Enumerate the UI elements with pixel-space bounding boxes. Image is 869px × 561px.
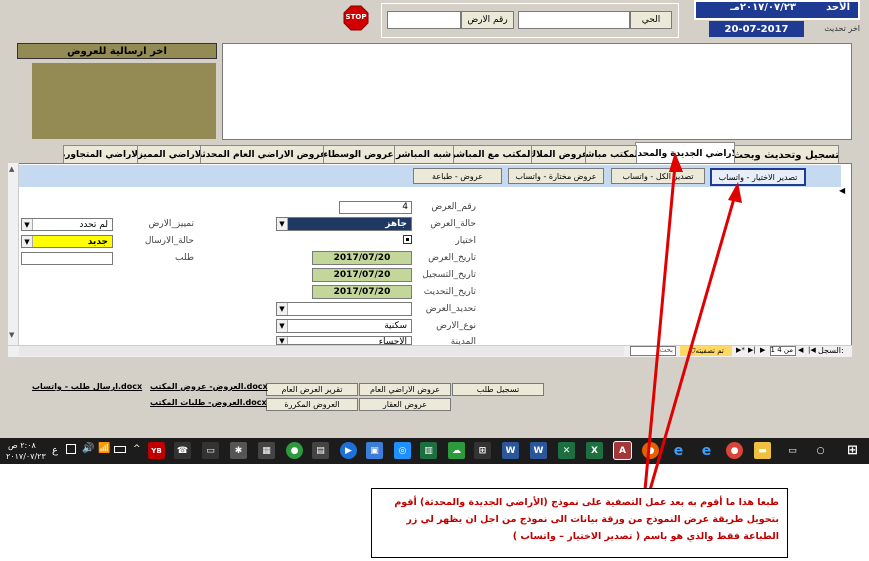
arrow-head-export-button xyxy=(728,182,742,203)
arrow-head-tab xyxy=(669,152,683,172)
arrow-to-export-button xyxy=(648,194,737,491)
arrow-to-tab xyxy=(643,164,677,491)
annotation-text: طبعا هذا ما أقوم به بعد عمل التصفية على … xyxy=(394,497,779,542)
annotation-arrows xyxy=(643,152,742,491)
annotation-box: طبعا هذا ما أقوم به بعد عمل التصفية على … xyxy=(371,488,788,558)
